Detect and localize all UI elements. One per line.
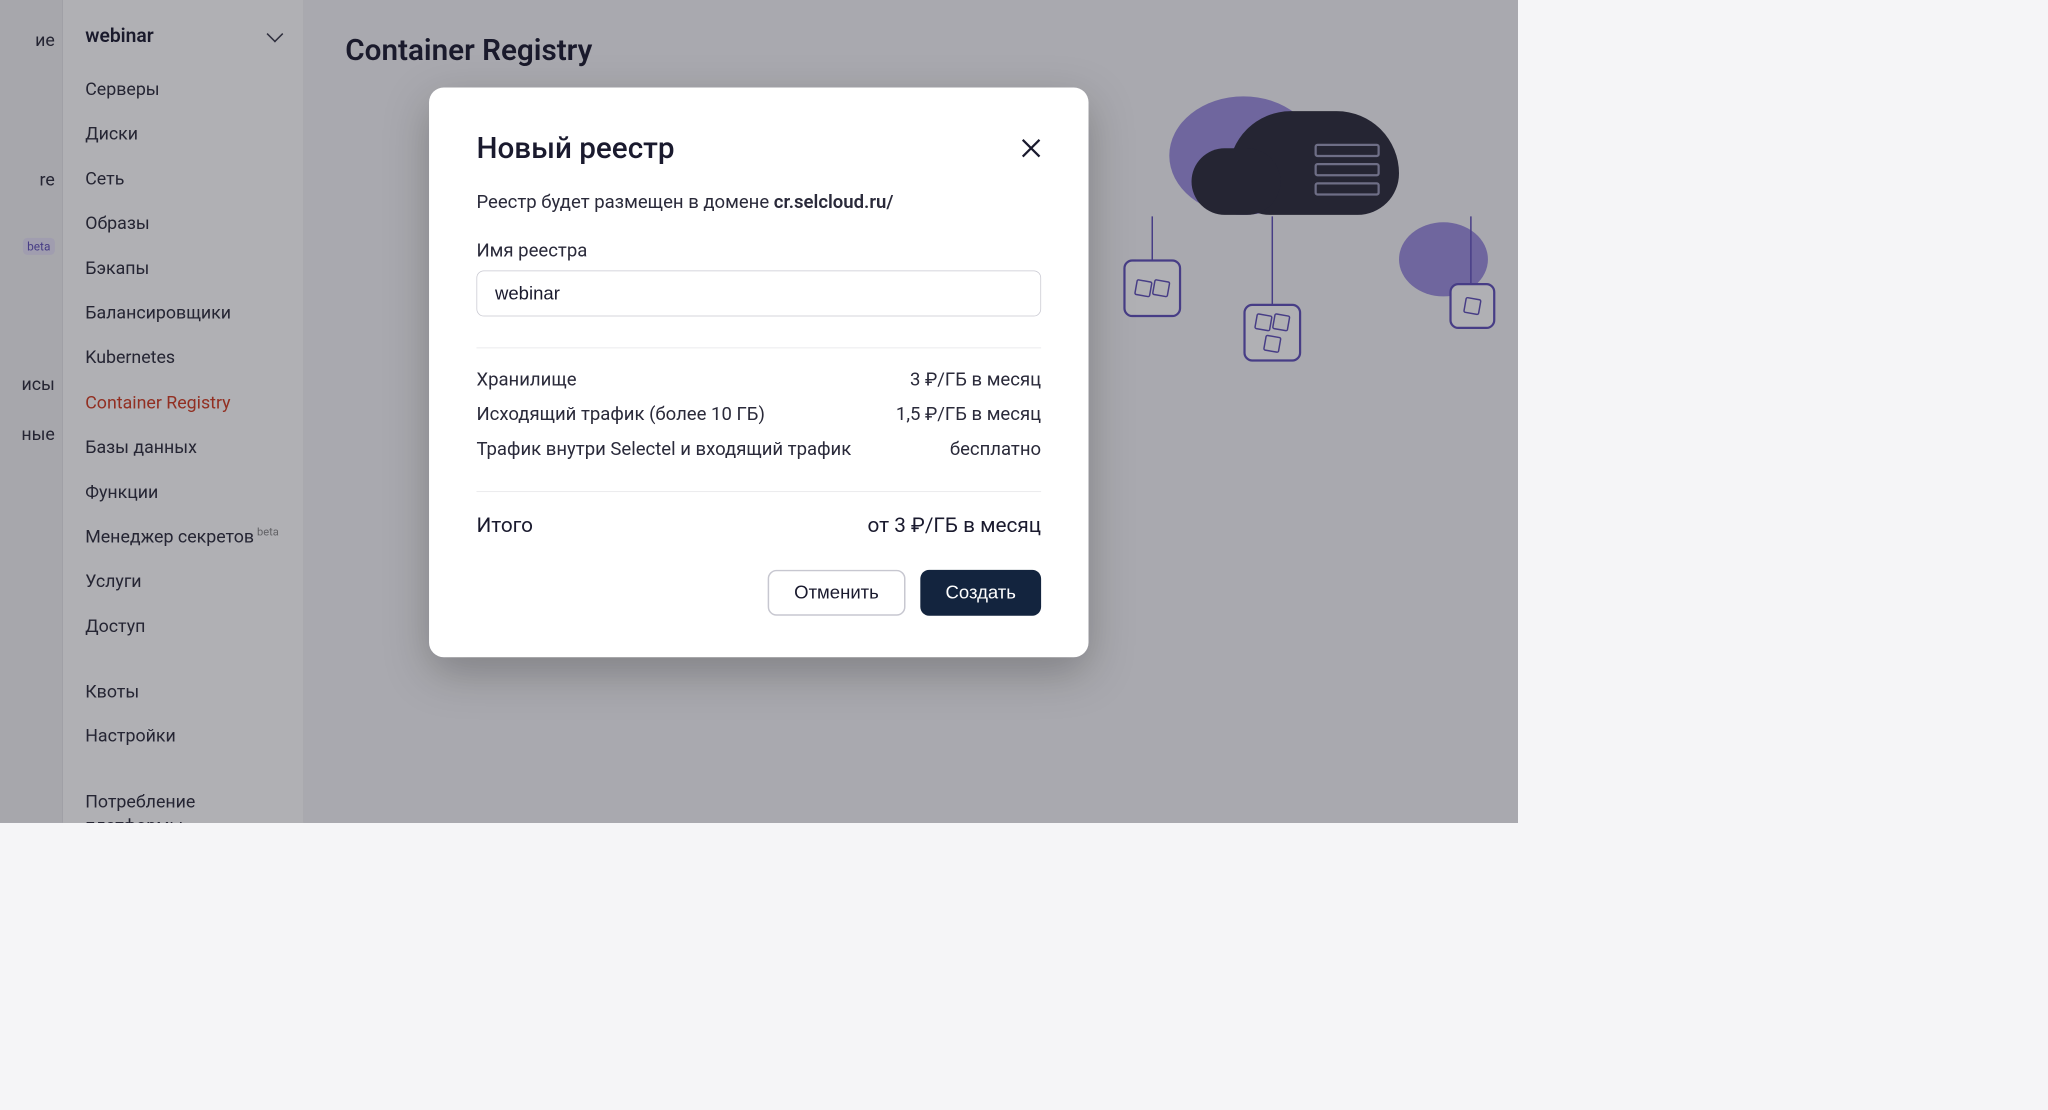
pricing-row: Трафик внутри Selectel и входящий трафик… (476, 439, 1041, 460)
app-root: ие re beta исы ные webinar СерверыДискиС… (0, 0, 1518, 823)
create-button[interactable]: Создать (920, 570, 1041, 616)
modal-title: Новый реестр (476, 130, 674, 165)
registry-name-label: Имя реестра (476, 240, 1041, 261)
pricing-total: Итого от 3 ₽/ГБ в месяц (476, 513, 1041, 537)
pricing-value: бесплатно (950, 439, 1041, 460)
pricing-value: 1,5 ₽/ГБ в месяц (896, 404, 1041, 425)
pricing-label: Трафик внутри Selectel и входящий трафик (476, 439, 851, 460)
create-registry-modal: Новый реестр Реестр будет размещен в дом… (429, 87, 1088, 657)
modal-description: Реестр будет размещен в домене cr.selclo… (476, 192, 1041, 213)
modal-overlay[interactable]: Новый реестр Реестр будет размещен в дом… (0, 0, 1518, 823)
pricing-label: Хранилище (476, 369, 576, 390)
pricing-label: Исходящий трафик (более 10 ГБ) (476, 404, 764, 425)
total-label: Итого (476, 513, 533, 537)
cancel-button[interactable]: Отменить (767, 570, 905, 616)
pricing-value: 3 ₽/ГБ в месяц (910, 369, 1041, 390)
total-value: от 3 ₽/ГБ в месяц (868, 513, 1042, 537)
close-icon[interactable] (1020, 137, 1041, 158)
pricing-row: Исходящий трафик (более 10 ГБ) 1,5 ₽/ГБ в… (476, 404, 1041, 425)
divider (476, 348, 1041, 349)
divider (476, 491, 1041, 492)
pricing-row: Хранилище 3 ₽/ГБ в месяц (476, 369, 1041, 390)
pricing-list: Хранилище 3 ₽/ГБ в месяц Исходящий трафик … (476, 369, 1041, 460)
registry-name-input[interactable] (476, 270, 1041, 316)
